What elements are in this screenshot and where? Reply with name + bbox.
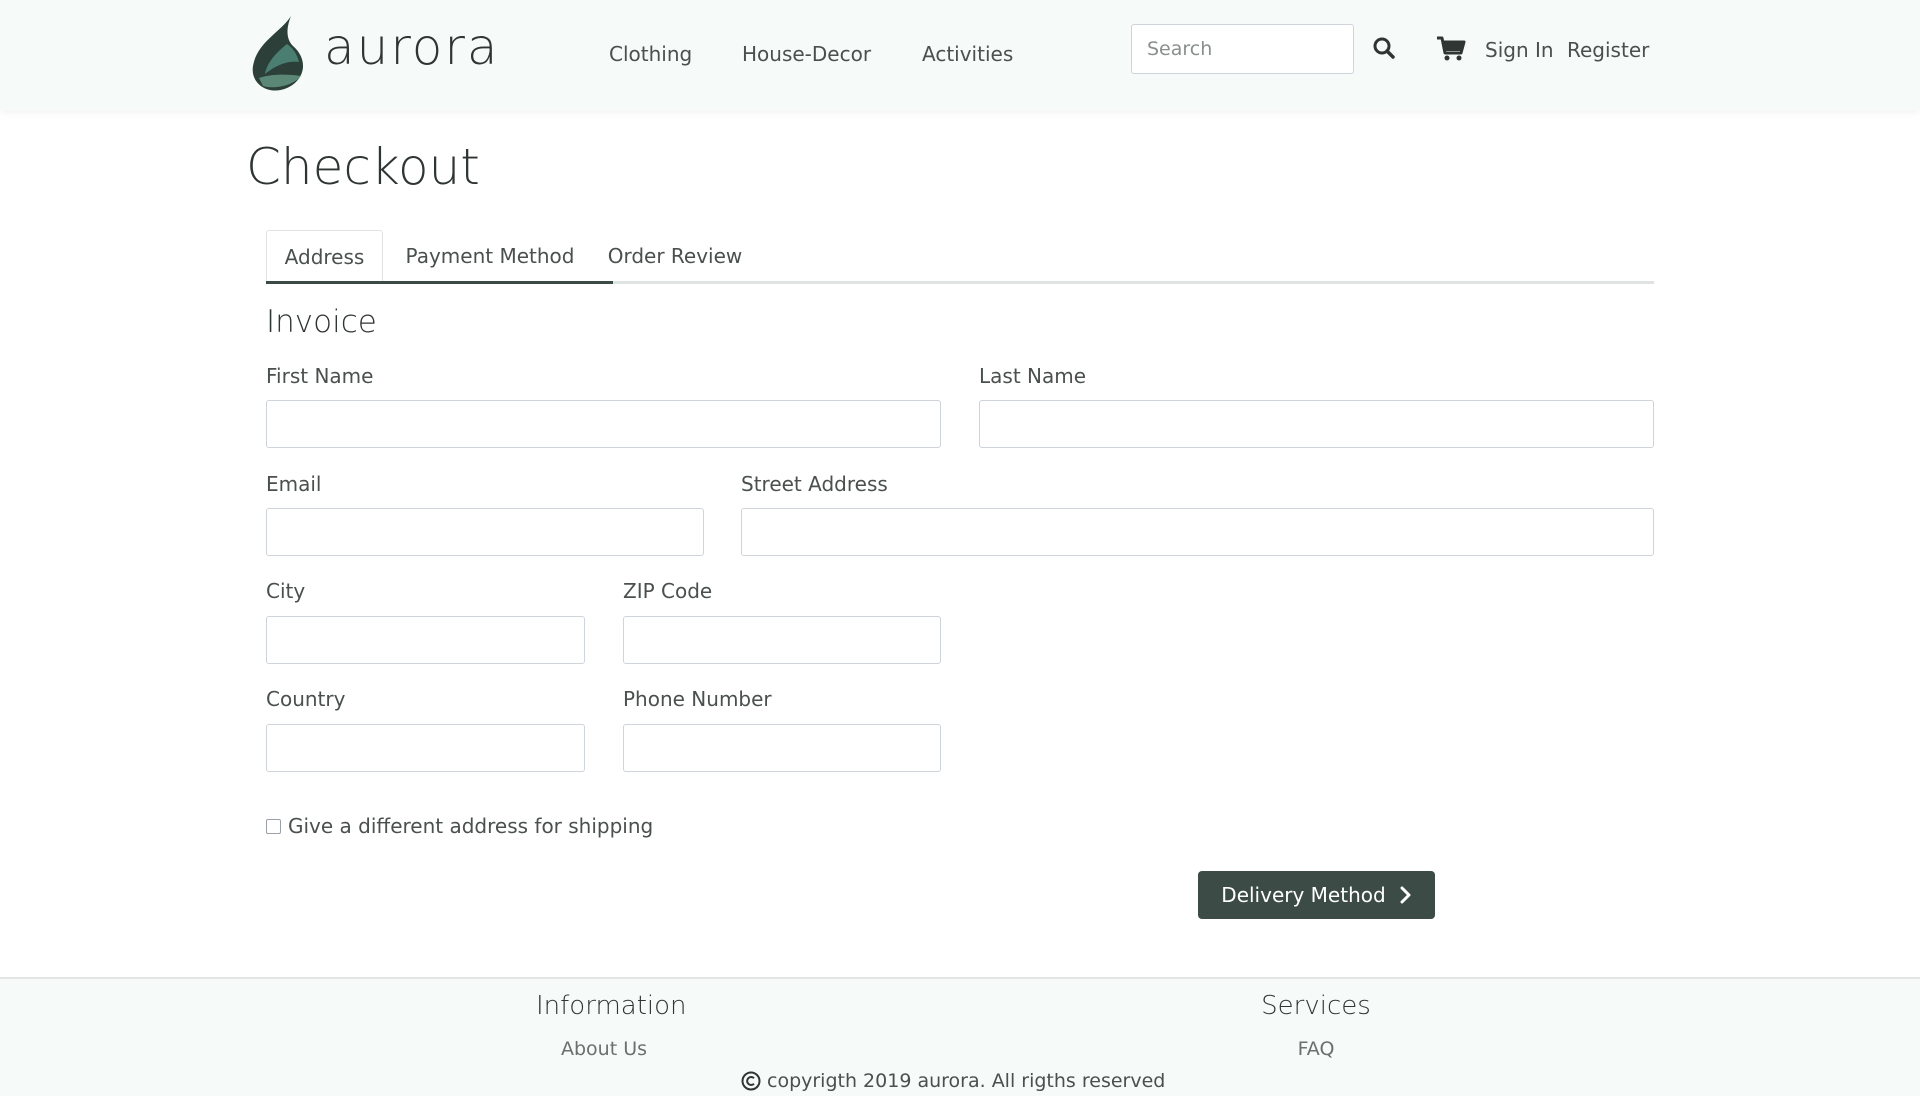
last-name-field[interactable] [979,400,1654,448]
site-footer: Information About Us Services FAQ copyri… [0,977,1920,1096]
delivery-method-label: Delivery Method [1221,883,1386,907]
logo[interactable] [247,14,311,96]
footer-faq-link[interactable]: FAQ [1250,1038,1382,1060]
first-name-label: First Name [266,364,374,388]
tab-address[interactable]: Address [266,230,383,284]
cart-icon [1437,36,1466,61]
copyright-icon [741,1071,761,1091]
street-address-field[interactable] [741,508,1654,556]
leaf-logo-icon [252,16,304,91]
nav-activities[interactable]: Activities [922,42,1013,66]
footer-about-us-link[interactable]: About Us [536,1038,672,1060]
phone-number-label: Phone Number [623,687,772,711]
different-shipping-label[interactable]: Give a different address for shipping [288,814,653,838]
search-input[interactable] [1131,24,1354,74]
footer-services-heading: Services [1261,991,1371,1021]
city-label: City [266,579,306,603]
search-button[interactable] [1372,36,1396,60]
zip-code-field[interactable] [623,616,941,664]
country-label: Country [266,687,346,711]
nav-clothing[interactable]: Clothing [609,42,692,66]
email-label: Email [266,472,322,496]
page-title: Checkout [246,138,480,196]
brand-name[interactable]: aurora [324,18,500,76]
country-field[interactable] [266,724,585,772]
copyright-text: copyrigth 2019 aurora. All rigths reserv… [767,1070,1166,1092]
email-field[interactable] [266,508,704,556]
section-title: Invoice [266,304,377,340]
checkout-tabs: Address Payment Method Order Review [266,230,1654,284]
search-icon [1373,37,1395,59]
sign-in-link[interactable]: Sign In [1485,38,1554,62]
zip-code-label: ZIP Code [623,579,713,603]
tab-payment-method[interactable]: Payment Method [383,230,597,284]
cart-button[interactable] [1436,36,1466,62]
active-tab-indicator [266,281,613,284]
site-header: aurora Clothing House-Decor Activities S… [0,0,1920,110]
first-name-field[interactable] [266,400,941,448]
city-field[interactable] [266,616,585,664]
nav-house-decor[interactable]: House-Decor [742,42,871,66]
phone-number-field[interactable] [623,724,941,772]
register-link[interactable]: Register [1567,38,1649,62]
shipping-option: Give a different address for shipping [266,814,653,838]
different-shipping-checkbox[interactable] [266,818,281,834]
footer-information-heading: Information [536,991,687,1021]
chevron-right-icon [1400,886,1411,904]
street-address-label: Street Address [741,472,888,496]
last-name-label: Last Name [979,364,1087,388]
tab-order-review[interactable]: Order Review [597,230,753,284]
copyright: copyrigth 2019 aurora. All rigths reserv… [741,1070,1165,1092]
delivery-method-button[interactable]: Delivery Method [1198,871,1435,919]
